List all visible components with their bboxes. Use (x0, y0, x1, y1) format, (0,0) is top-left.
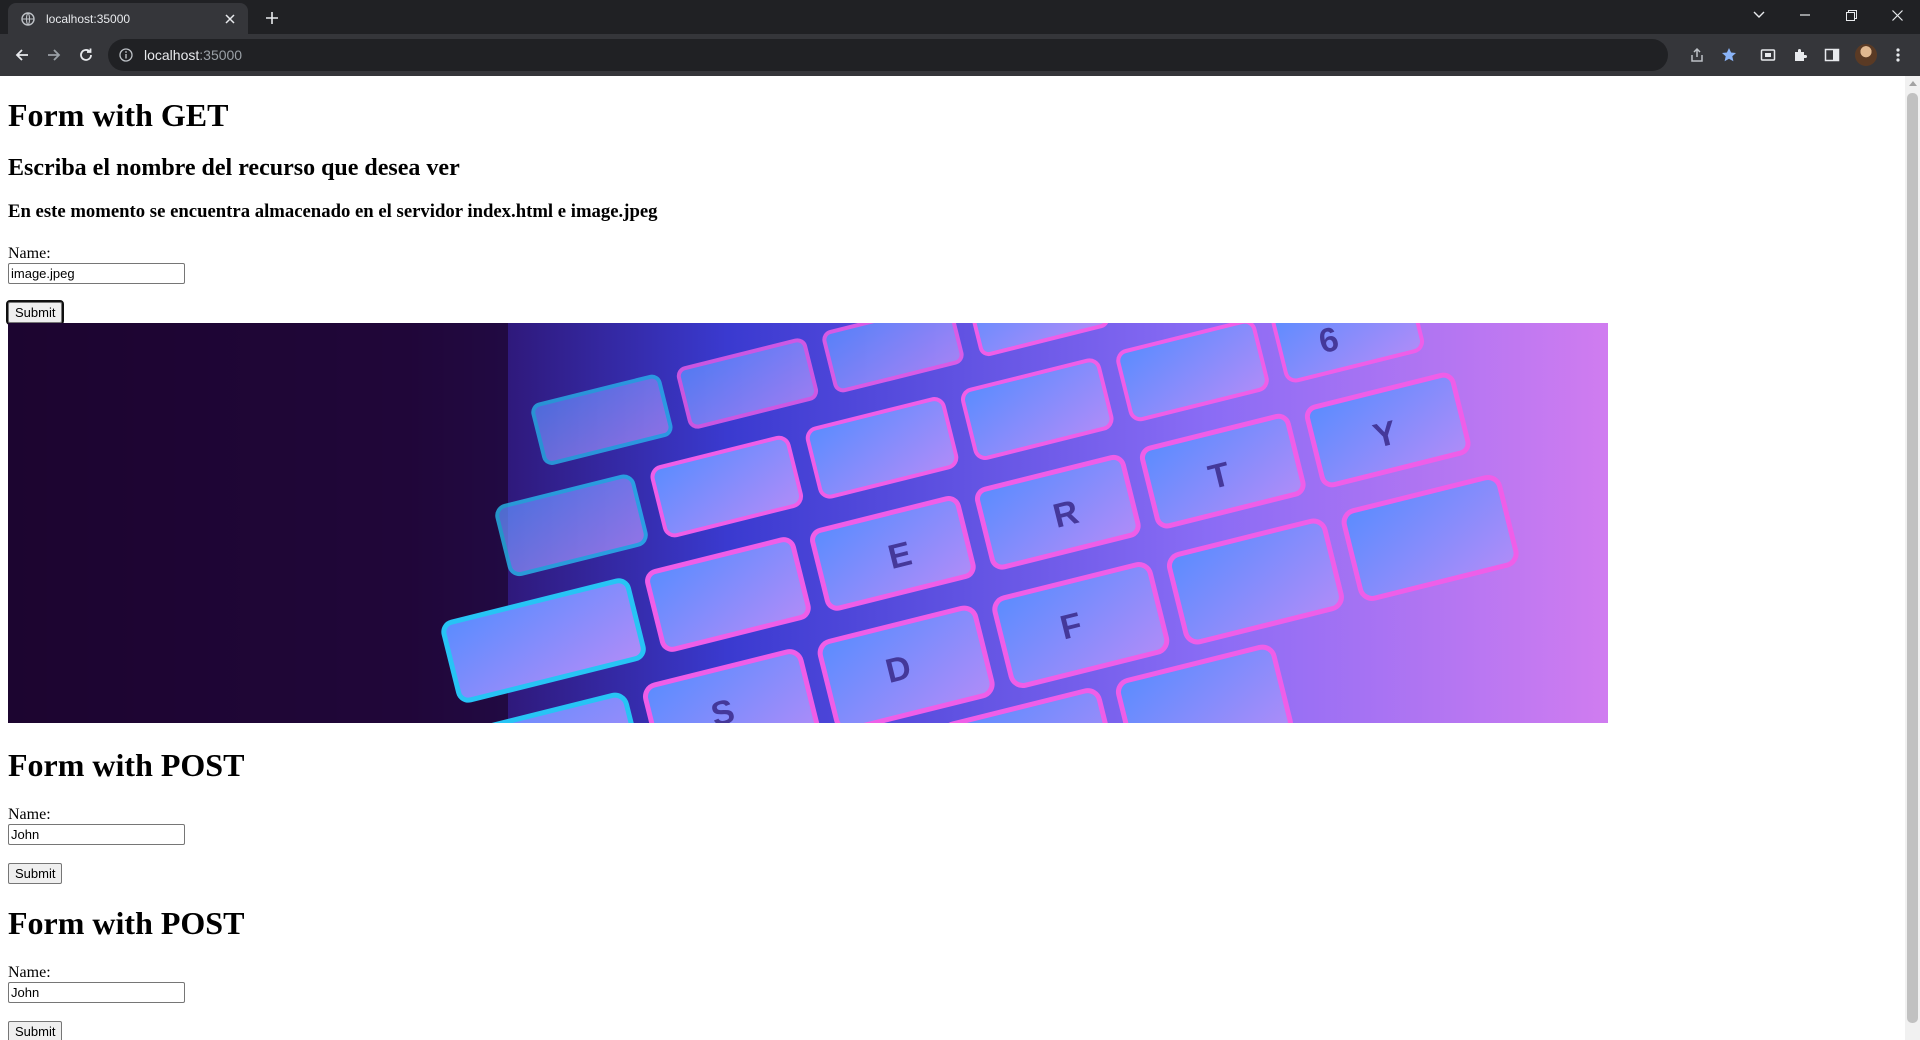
reload-icon[interactable] (74, 43, 98, 67)
address-bar[interactable]: localhost:35000 (108, 39, 1668, 71)
restore-icon[interactable] (1828, 0, 1874, 30)
get-name-input[interactable]: image.jpeg (8, 263, 185, 284)
url-port: :35000 (199, 47, 243, 63)
tab-search-icon[interactable] (1736, 0, 1782, 30)
tab-title: localhost:35000 (46, 11, 131, 26)
post-2-name-input[interactable]: John (8, 982, 185, 1003)
new-tab-icon[interactable] (262, 8, 282, 28)
extensions-icon[interactable] (1790, 45, 1810, 65)
post-2-submit-button[interactable]: Submit (8, 1021, 63, 1040)
vertical-scrollbar[interactable] (1905, 76, 1920, 1040)
post-1-name-input[interactable]: John (8, 824, 185, 845)
get-form-title: Form with GET (8, 97, 229, 133)
post-2-name-label: Name: (8, 964, 51, 981)
scroll-up-icon[interactable] (1905, 76, 1920, 91)
post-form-1-title: Form with POST (8, 747, 245, 783)
minimize-icon[interactable] (1782, 0, 1828, 30)
post-1-submit-button[interactable]: Submit (8, 863, 63, 884)
close-window-icon[interactable] (1874, 0, 1920, 30)
post-form-2-title: Form with POST (8, 905, 245, 941)
url-host: localhost (144, 47, 200, 63)
menu-kebab-icon[interactable] (1888, 45, 1908, 65)
profile-avatar[interactable] (1855, 44, 1877, 66)
tab-strip: localhost:35000 (0, 0, 1920, 34)
close-tab-icon[interactable] (222, 11, 238, 27)
browser-tab[interactable]: localhost:35000 (8, 3, 248, 34)
url-text: localhost:35000 (144, 47, 242, 63)
get-form-note: En este momento se encuentra almacenado … (8, 201, 658, 222)
get-submit-button[interactable]: Submit (5, 300, 65, 325)
media-icon[interactable] (1758, 45, 1778, 65)
browser-toolbar: localhost:35000 (0, 34, 1920, 76)
bookmark-star-icon[interactable] (1719, 45, 1739, 65)
page-viewport: Form with GET Escriba el nombre del recu… (0, 76, 1920, 1040)
info-icon[interactable] (118, 47, 134, 63)
scrollbar-thumb[interactable] (1907, 93, 1918, 1023)
keyboard-image: Z S D F R T Y E 6 (8, 323, 1608, 723)
post-1-name-label: Name: (8, 806, 51, 823)
side-panel-icon[interactable] (1822, 45, 1842, 65)
get-form-subtitle: Escriba el nombre del recurso que desea … (8, 155, 460, 181)
get-name-label: Name: (8, 245, 51, 262)
back-icon[interactable] (10, 43, 34, 67)
forward-icon[interactable] (42, 43, 66, 67)
globe-icon (20, 11, 36, 27)
share-icon[interactable] (1687, 45, 1707, 65)
